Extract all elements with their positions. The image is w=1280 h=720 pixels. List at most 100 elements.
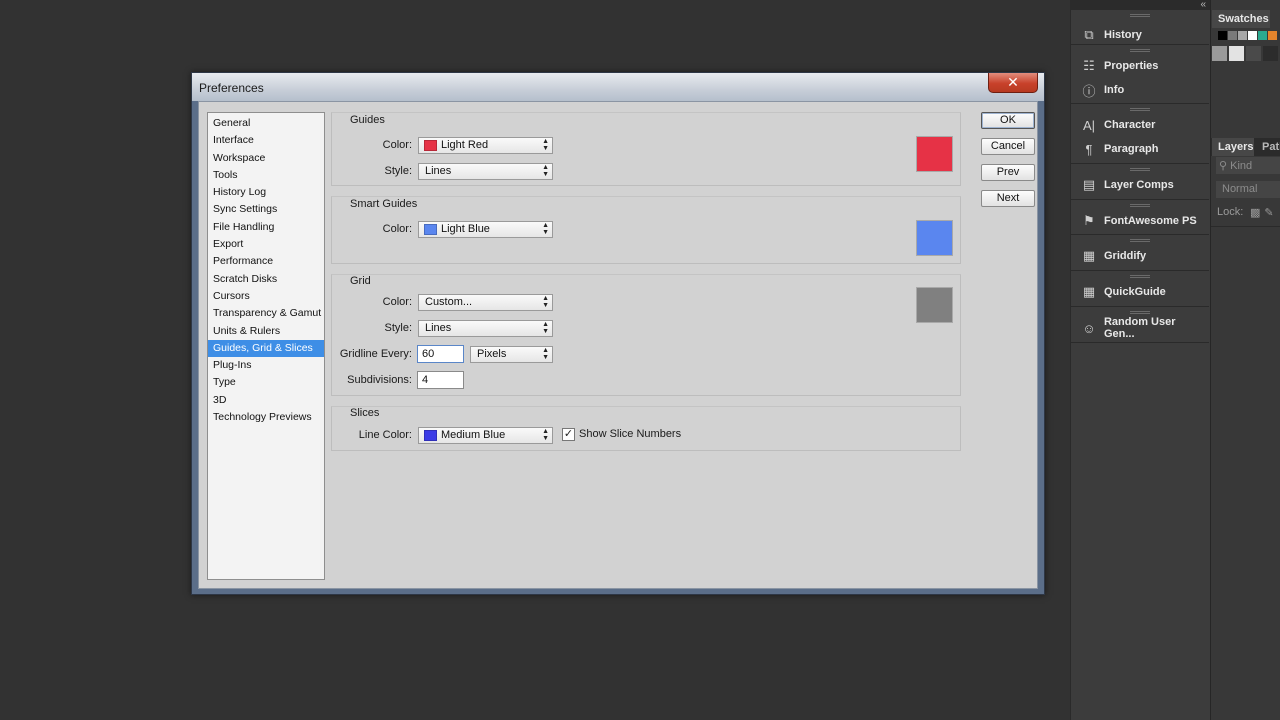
gridline-every-input[interactable]: 60 bbox=[417, 345, 464, 363]
dialog-titlebar[interactable]: Preferences bbox=[192, 73, 1044, 101]
swatch[interactable] bbox=[1238, 31, 1247, 40]
grip-handle[interactable] bbox=[1130, 311, 1150, 314]
category-item[interactable]: Technology Previews bbox=[208, 409, 324, 426]
tab-swatches[interactable]: Swatches bbox=[1212, 10, 1270, 28]
preferences-dialog: Preferences ✕ General Interface Workspace T… bbox=[191, 72, 1045, 595]
layer-comps-icon: ▤ bbox=[1082, 177, 1096, 192]
prev-button[interactable]: Prev bbox=[981, 164, 1035, 181]
updown-arrow-icon: ▲ ▼ bbox=[542, 428, 549, 442]
category-item[interactable]: Scratch Disks bbox=[208, 271, 324, 288]
grip-handle[interactable] bbox=[1130, 14, 1150, 17]
cancel-button[interactable]: Cancel bbox=[981, 138, 1035, 155]
swatch-large[interactable] bbox=[1229, 46, 1244, 61]
grip-handle[interactable] bbox=[1130, 239, 1150, 242]
category-item[interactable]: Performance bbox=[208, 253, 324, 270]
show-slice-numbers-label[interactable]: Show Slice Numbers bbox=[579, 428, 681, 440]
category-item[interactable]: Workspace bbox=[208, 150, 324, 167]
swatch[interactable] bbox=[1248, 31, 1257, 40]
gridline-unit-select[interactable]: Pixels ▲ ▼ bbox=[470, 346, 553, 363]
guides-color-select[interactable]: Light Red ▲ ▼ bbox=[418, 137, 553, 154]
grip-handle[interactable] bbox=[1130, 108, 1150, 111]
blend-mode-select[interactable]: Normal bbox=[1216, 181, 1280, 198]
category-item[interactable]: 3D bbox=[208, 392, 324, 409]
category-list: General Interface Workspace Tools History Lo… bbox=[207, 112, 325, 580]
grip-handle[interactable] bbox=[1130, 168, 1150, 171]
category-item[interactable]: Plug-Ins bbox=[208, 357, 324, 374]
dock-item-paragraph[interactable]: ¶ Paragraph bbox=[1071, 137, 1209, 161]
grip-handle[interactable] bbox=[1130, 49, 1150, 52]
swatch[interactable] bbox=[1218, 31, 1227, 40]
grip-handle[interactable] bbox=[1130, 204, 1150, 207]
section-title: Smart Guides bbox=[350, 198, 418, 210]
category-item[interactable]: Units & Rulers bbox=[208, 323, 324, 340]
category-item[interactable]: Cursors bbox=[208, 288, 324, 305]
section-title: Guides bbox=[350, 114, 385, 126]
guides-section: Guides Color: Light Red ▲ ▼ Style: Lines … bbox=[331, 112, 961, 186]
smart-guides-color-swatch[interactable] bbox=[916, 220, 953, 256]
show-slice-numbers-checkbox[interactable]: ✓ bbox=[562, 428, 575, 441]
color-chip bbox=[424, 224, 437, 235]
divider bbox=[1211, 226, 1280, 227]
category-item[interactable]: Interface bbox=[208, 132, 324, 149]
category-item[interactable]: File Handling bbox=[208, 219, 324, 236]
dock-item-character[interactable]: A| Character bbox=[1071, 113, 1209, 137]
user-icon: ☺ bbox=[1082, 320, 1096, 336]
dock-group-griddify: ▦ Griddify bbox=[1071, 235, 1209, 271]
category-item[interactable]: Tools bbox=[208, 167, 324, 184]
next-button[interactable]: Next bbox=[981, 190, 1035, 207]
properties-icon: ☷ bbox=[1083, 58, 1095, 73]
grid-style-select[interactable]: Lines ▲ ▼ bbox=[418, 320, 553, 337]
select-value: Lines bbox=[425, 165, 452, 177]
dock-item-history[interactable]: ⧉ History bbox=[1071, 23, 1209, 47]
dock-item-random-user[interactable]: ☺ Random User Gen... bbox=[1071, 316, 1209, 340]
select-value: Lines bbox=[425, 322, 452, 334]
close-button[interactable]: ✕ bbox=[988, 73, 1038, 93]
swatch[interactable] bbox=[1228, 31, 1237, 40]
select-value: Light Blue bbox=[441, 223, 490, 235]
ok-button[interactable]: OK bbox=[981, 112, 1035, 129]
gridline-every-label: Gridline Every: bbox=[339, 348, 412, 360]
dock-item-griddify[interactable]: ▦ Griddify bbox=[1071, 244, 1209, 268]
flag-icon: ⚑ bbox=[1083, 213, 1095, 228]
category-item[interactable]: Sync Settings bbox=[208, 201, 324, 218]
dock-item-quickguide[interactable]: ▦ QuickGuide bbox=[1071, 280, 1209, 304]
section-title: Grid bbox=[350, 275, 371, 287]
dock-item-label: Info bbox=[1104, 84, 1125, 96]
guides-style-select[interactable]: Lines ▲ ▼ bbox=[418, 163, 553, 180]
close-icon: ✕ bbox=[1007, 74, 1019, 90]
dock-item-label: Layer Comps bbox=[1104, 179, 1174, 191]
tab-layers[interactable]: Layers bbox=[1212, 138, 1254, 156]
slices-line-color-select[interactable]: Medium Blue ▲ ▼ bbox=[418, 427, 553, 444]
kind-placeholder: Kind bbox=[1230, 160, 1253, 172]
info-icon: ⓘ bbox=[1082, 83, 1096, 99]
guides-color-swatch[interactable] bbox=[916, 136, 953, 172]
category-item[interactable]: Guides, Grid & Slices bbox=[208, 339, 324, 358]
grid-color-label: Color: bbox=[382, 296, 412, 308]
category-item[interactable]: Export bbox=[208, 236, 324, 253]
grid-color-select[interactable]: Custom... ▲ ▼ bbox=[418, 294, 553, 311]
dock-item-fontawesome[interactable]: ⚑ FontAwesome PS bbox=[1071, 209, 1209, 233]
swatch[interactable] bbox=[1258, 31, 1267, 40]
updown-arrow-icon: ▲ ▼ bbox=[542, 222, 549, 236]
dock-item-info[interactable]: ⓘ Info bbox=[1071, 78, 1209, 102]
swatch[interactable] bbox=[1268, 31, 1277, 40]
category-item[interactable]: Transparency & Gamut bbox=[208, 305, 324, 322]
dock-item-layer-comps[interactable]: ▤ Layer Comps bbox=[1071, 173, 1209, 197]
collapse-dock-icon[interactable]: « bbox=[1200, 0, 1206, 10]
category-item[interactable]: History Log bbox=[208, 184, 324, 201]
layer-kind-filter[interactable]: ⚲ Kind bbox=[1216, 157, 1280, 174]
category-item[interactable]: General bbox=[208, 115, 324, 132]
subdivisions-input[interactable]: 4 bbox=[417, 371, 464, 389]
history-icon: ⧉ bbox=[1084, 27, 1094, 42]
smart-guides-color-select[interactable]: Light Blue ▲ ▼ bbox=[418, 221, 553, 238]
dock-item-properties[interactable]: ☷ Properties bbox=[1071, 54, 1209, 78]
swatch-large[interactable] bbox=[1263, 46, 1278, 61]
swatch-large[interactable] bbox=[1212, 46, 1227, 61]
lock-icons[interactable]: ▩✎ bbox=[1250, 206, 1278, 219]
tab-paths[interactable]: Path bbox=[1262, 141, 1280, 153]
lock-label: Lock: bbox=[1217, 206, 1244, 218]
grip-handle[interactable] bbox=[1130, 275, 1150, 278]
swatch-large[interactable] bbox=[1246, 46, 1261, 61]
grid-color-swatch[interactable] bbox=[916, 287, 953, 323]
category-item[interactable]: Type bbox=[208, 374, 324, 391]
